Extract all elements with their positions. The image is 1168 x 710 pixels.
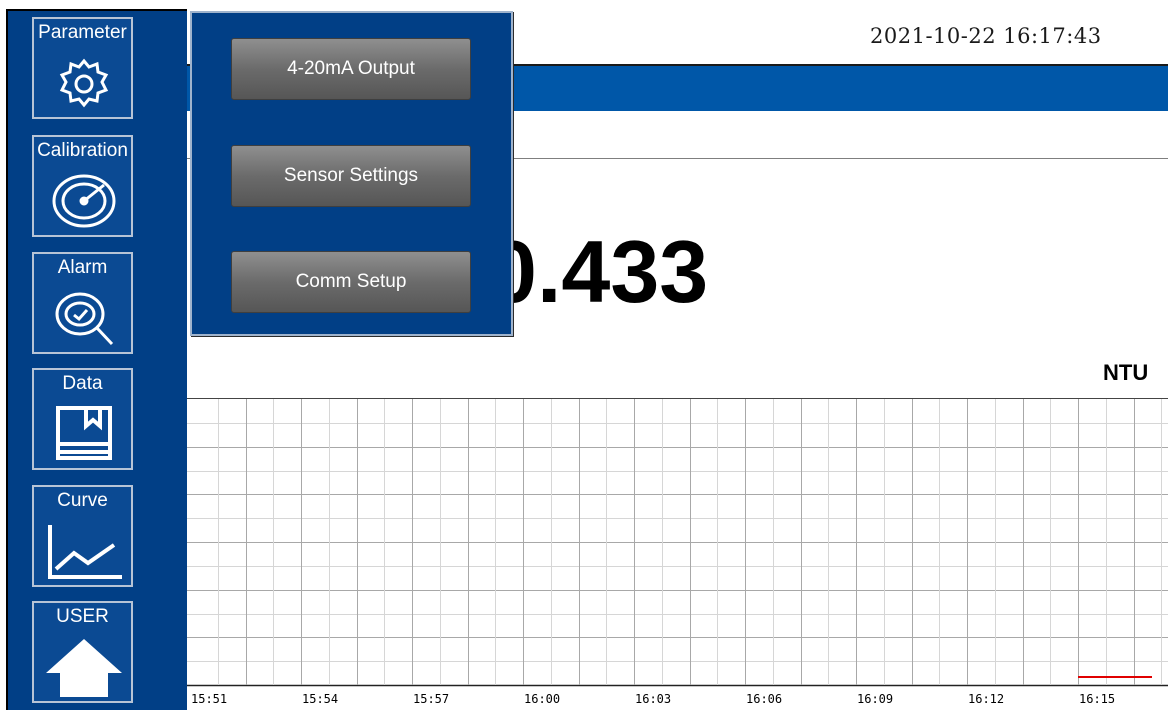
data-folder-icon (44, 400, 124, 464)
x-tick-label: 16:15 (1079, 692, 1115, 706)
data-button[interactable]: Data (32, 368, 133, 470)
measurement-value: 0.433 (488, 222, 709, 321)
gear-icon (44, 49, 124, 113)
trend-chart: 15:51 15:54 15:57 16:00 16:03 16:06 16:09 16:12… (187, 398, 1168, 706)
parameter-button[interactable]: Parameter (32, 17, 133, 119)
alarm-magnifier-icon (44, 284, 124, 348)
alarm-button[interactable]: Alarm (32, 252, 133, 354)
x-tick-label: 15:57 (413, 692, 449, 706)
measurement-unit: NTU (1103, 360, 1149, 385)
user-label: USER (56, 606, 109, 627)
chart-grid (187, 398, 1168, 687)
x-tick-label: 16:06 (746, 692, 782, 706)
x-tick-label: 15:54 (302, 692, 338, 706)
parameter-menu: 4-20mA Output Sensor Settings Comm Setup (190, 11, 513, 336)
x-tick-label: 16:09 (857, 692, 893, 706)
parameter-label: Parameter (38, 22, 127, 43)
calibration-button[interactable]: Calibration (32, 135, 133, 237)
x-tick-label: 15:51 (191, 692, 227, 706)
sidebar: Parameter Calibration Alarm Data Curve U… (0, 0, 187, 710)
curve-label: Curve (57, 490, 108, 511)
x-tick-label: 16:03 (635, 692, 671, 706)
sensor-settings-button[interactable]: Sensor Settings (231, 145, 471, 207)
user-button[interactable]: USER (32, 601, 133, 703)
gauge-icon (44, 167, 124, 231)
data-label: Data (62, 373, 103, 394)
datetime-display: 2021-10-22 16:17:43 (870, 24, 1102, 48)
output-4-20ma-button[interactable]: 4-20mA Output (231, 38, 471, 100)
x-tick-label: 16:12 (968, 692, 1004, 706)
alarm-label: Alarm (57, 257, 108, 278)
comm-setup-button[interactable]: Comm Setup (231, 251, 471, 313)
line-chart-icon (44, 517, 124, 581)
x-tick-label: 16:00 (524, 692, 560, 706)
calibration-label: Calibration (37, 140, 128, 161)
home-icon (44, 633, 124, 697)
chart-x-ticks: 15:51 15:54 15:57 16:00 16:03 16:06 16:09 16:12… (191, 692, 1115, 706)
curve-button[interactable]: Curve (32, 485, 133, 587)
